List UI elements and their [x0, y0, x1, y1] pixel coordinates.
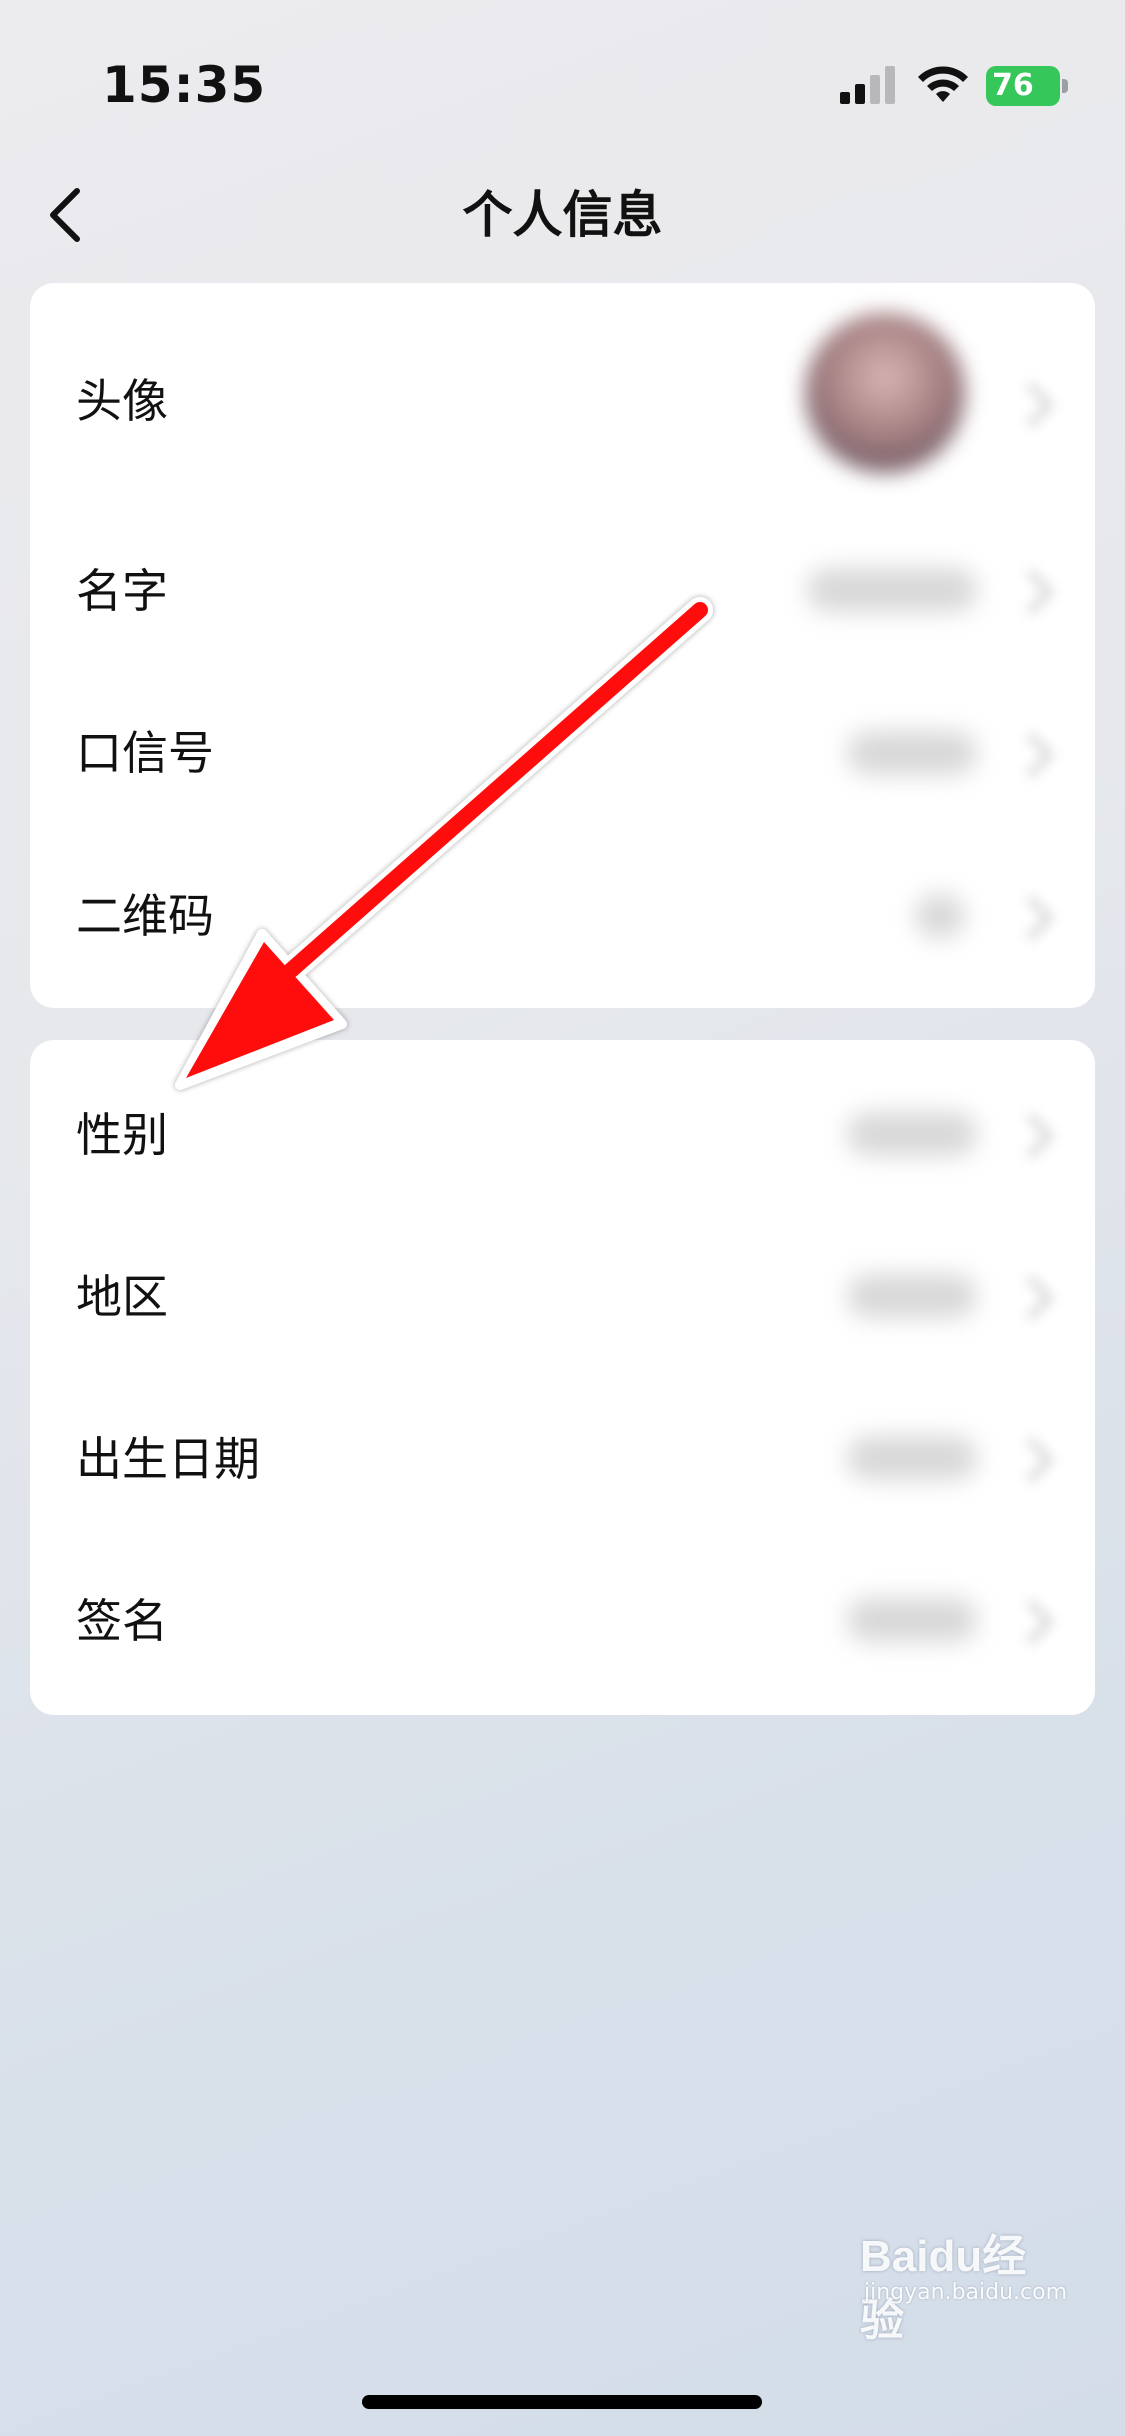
row-signature[interactable]: 签名 — [30, 1554, 1095, 1715]
cellular-signal-icon — [840, 66, 895, 104]
status-bar: 15:35 76 — [0, 0, 1125, 150]
nav-bar: 个人信息 — [0, 160, 1125, 270]
row-qrcode[interactable]: 二维码 — [30, 808, 1095, 1008]
chevron-right-icon — [1008, 1437, 1054, 1483]
chevron-right-icon — [1008, 1599, 1054, 1645]
chevron-right-icon — [1008, 382, 1054, 428]
qrcode-icon — [915, 894, 965, 938]
home-indicator[interactable] — [362, 2395, 762, 2409]
chevron-right-icon — [1008, 732, 1054, 778]
chevron-right-icon — [1008, 895, 1054, 941]
row-value-region — [847, 1274, 977, 1318]
baidu-watermark: Baidu经验 jingyan.baidu.com — [860, 2220, 1070, 2345]
row-value-gender — [847, 1112, 977, 1156]
row-value-signature — [847, 1598, 977, 1642]
row-birthday[interactable]: 出生日期 — [30, 1392, 1095, 1554]
page-title: 个人信息 — [462, 186, 663, 244]
chevron-right-icon — [1008, 1275, 1054, 1321]
chevron-right-icon — [1008, 1113, 1054, 1159]
row-value-birthday — [847, 1436, 977, 1480]
row-value-id — [847, 731, 977, 775]
row-gender[interactable]: 性别 — [30, 1040, 1095, 1230]
row-id[interactable]: 口信号 — [30, 643, 1095, 808]
row-label-avatar: 头像 — [76, 374, 168, 428]
avatar — [805, 313, 965, 473]
row-avatar[interactable]: 头像 — [30, 283, 1095, 488]
row-label-region: 地区 — [76, 1270, 168, 1324]
row-name[interactable]: 名字 — [30, 488, 1095, 643]
row-value-name — [807, 568, 977, 612]
row-label-signature: 签名 — [76, 1594, 168, 1648]
chevron-right-icon — [1008, 569, 1054, 615]
row-label-name: 名字 — [76, 564, 168, 618]
row-label-gender: 性别 — [76, 1108, 168, 1162]
row-label-qrcode: 二维码 — [76, 889, 214, 943]
battery-level: 76 — [986, 66, 1060, 106]
watermark-url: jingyan.baidu.com — [864, 2280, 1068, 2305]
battery-cap — [1062, 79, 1068, 93]
wifi-icon — [918, 66, 968, 102]
chevron-left-icon — [50, 188, 80, 242]
profile-card-details: 性别 地区 出生日期 签名 — [30, 1040, 1095, 1715]
status-time: 15:35 — [102, 56, 267, 114]
battery-icon: 76 — [986, 66, 1068, 106]
row-label-id: 口信号 — [76, 726, 214, 780]
back-button[interactable] — [30, 180, 100, 250]
profile-card-basic: 头像 名字 口信号 二维码 — [30, 283, 1095, 1008]
row-region[interactable]: 地区 — [30, 1230, 1095, 1392]
row-label-birthday: 出生日期 — [76, 1432, 260, 1486]
